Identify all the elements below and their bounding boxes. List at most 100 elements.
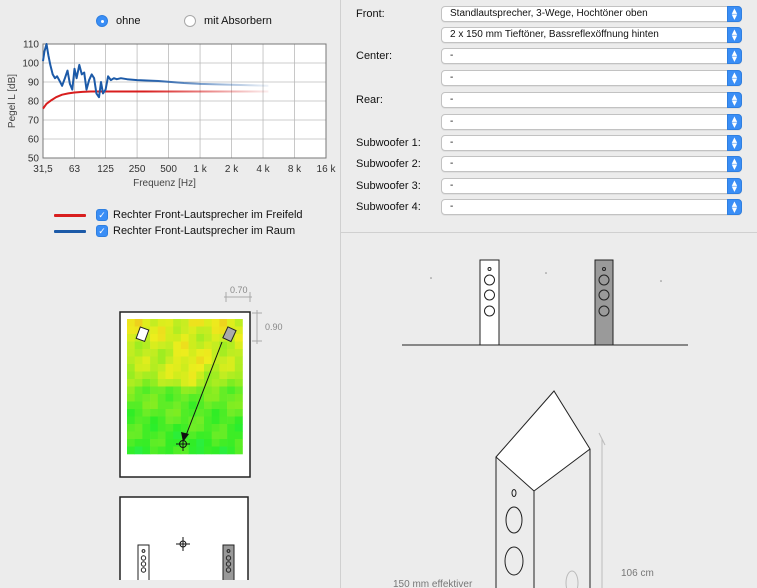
- heatmap-cell: [196, 334, 205, 342]
- heatmap-cell: [127, 416, 135, 425]
- heatmap-cell: [127, 424, 135, 432]
- x-tick-label: 2 k: [225, 164, 239, 175]
- heatmap-cell: [157, 431, 166, 440]
- speaker-select-7[interactable]: - ▲ ▼: [441, 156, 742, 172]
- legend-freifeld[interactable]: ✓ Rechter Front-Lautsprecher im Freifeld: [54, 209, 303, 221]
- select-arrows-icon[interactable]: ▲ ▼: [727, 70, 742, 86]
- heatmap-cell: [165, 386, 174, 395]
- room-top-view[interactable]: 0.70 0.90: [0, 280, 340, 580]
- radio-mit-absorbern-icon[interactable]: [184, 15, 196, 27]
- radio-mit-absorbern[interactable]: mit Absorbern: [184, 15, 272, 27]
- heatmap-cell: [227, 364, 236, 372]
- x-tick-label: 500: [160, 164, 177, 175]
- heatmap-cell: [150, 371, 159, 380]
- speaker-select-5[interactable]: - ▲ ▼: [441, 114, 742, 130]
- x-tick-label: 125: [97, 164, 114, 175]
- heatmap-cell: [165, 334, 174, 342]
- heatmap-cell: [157, 364, 166, 372]
- heatmap-cell: [188, 439, 197, 447]
- heatmap-cell: [180, 371, 189, 380]
- select-arrows-icon[interactable]: ▲ ▼: [727, 199, 742, 215]
- heatmap-cell: [188, 401, 197, 410]
- heatmap-cell: [134, 349, 143, 357]
- heatmap-cell: [211, 401, 220, 410]
- select-arrows-icon[interactable]: ▲ ▼: [727, 27, 742, 43]
- checkbox-freifeld[interactable]: ✓: [96, 209, 108, 221]
- select-arrows-icon[interactable]: ▲ ▼: [727, 48, 742, 64]
- heatmap-cell: [234, 319, 243, 327]
- heatmap-cell: [150, 349, 159, 357]
- heatmap-cell: [188, 334, 197, 342]
- heatmap-cell: [127, 356, 135, 365]
- heatmap-cell: [227, 371, 236, 380]
- heatmap-cell: [211, 334, 220, 342]
- heatmap-cell: [188, 446, 197, 455]
- heatmap-cell: [204, 424, 212, 432]
- heatmap-cell: [196, 424, 205, 432]
- heatmap-cell: [219, 319, 228, 327]
- heatmap-cell: [211, 416, 220, 425]
- speaker-select-4[interactable]: - ▲ ▼: [441, 92, 742, 108]
- select-arrows-icon[interactable]: ▲ ▼: [727, 6, 742, 22]
- legend-blue-line: [54, 229, 86, 233]
- heatmap-cell: [211, 431, 220, 440]
- heatmap-cell: [142, 356, 151, 365]
- select-arrows-icon[interactable]: ▲ ▼: [727, 92, 742, 108]
- heatmap-cell: [188, 356, 197, 365]
- heatmap-cell: [219, 349, 228, 357]
- radio-ohne[interactable]: ohne: [96, 15, 140, 27]
- speaker-select-8[interactable]: - ▲ ▼: [441, 178, 742, 194]
- heatmap-cell: [134, 401, 143, 410]
- heatmap-cell: [173, 386, 182, 395]
- y-tick-label: 110: [23, 40, 39, 51]
- heatmap-cell: [134, 409, 143, 417]
- heatmap-cell: [173, 394, 182, 402]
- speaker-3d-icon: [495, 390, 591, 588]
- heatmap-cell: [173, 431, 182, 440]
- select-arrows-icon[interactable]: ▲ ▼: [727, 156, 742, 172]
- heatmap-cell: [211, 379, 220, 387]
- speaker-select-6[interactable]: - ▲ ▼: [441, 135, 742, 151]
- checkbox-raum[interactable]: ✓: [96, 225, 108, 237]
- speaker-select-0[interactable]: Standlautsprecher, 3-Wege, Hochtöner obe…: [441, 6, 742, 22]
- speaker-select-9[interactable]: - ▲ ▼: [441, 199, 742, 215]
- heatmap-cell: [196, 364, 205, 372]
- heatmap-cell: [157, 416, 166, 425]
- heatmap-cell: [134, 431, 143, 440]
- heatmap-cell: [134, 364, 143, 372]
- heatmap-cell: [134, 446, 143, 455]
- select-arrows-icon[interactable]: ▲ ▼: [727, 114, 742, 130]
- heatmap-cell: [157, 424, 166, 432]
- select-arrows-icon[interactable]: ▲ ▼: [727, 178, 742, 194]
- heatmap-cell: [180, 319, 189, 327]
- heatmap-cell: [196, 341, 205, 350]
- speaker-select-2[interactable]: - ▲ ▼: [441, 48, 742, 64]
- heatmap-cell: [196, 439, 205, 447]
- legend-raum[interactable]: ✓ Rechter Front-Lautsprecher im Raum: [54, 225, 295, 237]
- heatmap-cell: [180, 356, 189, 365]
- speaker-select-1[interactable]: 2 x 150 mm Tieftöner, Bassreflexöffnung …: [441, 27, 742, 43]
- heatmap-cell: [165, 326, 174, 335]
- heatmap-cell: [173, 364, 182, 372]
- heatmap-cell: [196, 379, 205, 387]
- x-tick-labels: 31,5 63 125 250 500 1 k 2 k 4 k 8 k 16 k: [33, 164, 336, 175]
- heatmap-cell: [227, 319, 236, 327]
- heatmap-cell: [127, 394, 135, 402]
- heatmap-cell: [211, 439, 220, 447]
- x-tick-label: 16 k: [317, 164, 337, 175]
- heatmap-cell: [234, 379, 243, 387]
- radio-ohne-icon[interactable]: [96, 15, 108, 27]
- heatmap-cell: [204, 431, 212, 440]
- front-view-left-speaker-icon: [137, 544, 150, 580]
- speaker-select-3[interactable]: - ▲ ▼: [441, 70, 742, 86]
- heatmap-cell: [165, 409, 174, 417]
- speaker-select-value: -: [450, 180, 454, 191]
- heatmap-cell: [165, 446, 174, 455]
- chart-grid: [42, 43, 327, 159]
- heatmap-cell: [204, 416, 212, 425]
- select-arrows-icon[interactable]: ▲ ▼: [727, 135, 742, 151]
- heatmap-cell: [127, 401, 135, 410]
- heatmap-cell: [211, 394, 220, 402]
- radio-mit-absorbern-label: mit Absorbern: [204, 15, 272, 27]
- heatmap-cell: [188, 326, 197, 335]
